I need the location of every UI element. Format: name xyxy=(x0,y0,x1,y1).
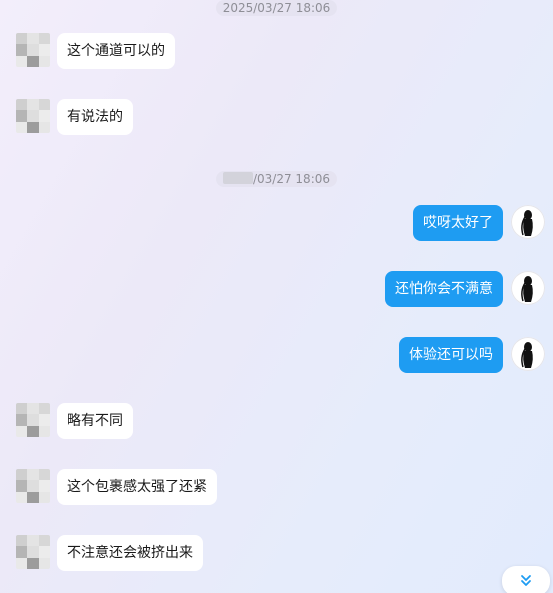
silhouette-icon xyxy=(521,342,533,368)
timestamp: /03/27 18:06 xyxy=(0,171,553,187)
user-avatar[interactable] xyxy=(511,205,545,239)
redacted-year xyxy=(222,172,253,184)
silhouette-icon xyxy=(521,276,533,302)
message-bubble-incoming[interactable]: 这个包裹感太强了还紧 xyxy=(57,469,217,505)
scroll-to-bottom-button[interactable] xyxy=(502,566,550,593)
contact-avatar[interactable] xyxy=(16,535,50,569)
user-avatar[interactable] xyxy=(511,337,545,371)
silhouette-icon xyxy=(521,210,533,236)
contact-avatar[interactable] xyxy=(16,469,50,503)
message-bubble-incoming[interactable]: 这个通道可以的 xyxy=(57,33,175,69)
contact-avatar[interactable] xyxy=(16,403,50,437)
contact-avatar[interactable] xyxy=(16,33,50,67)
message-bubble-outgoing[interactable]: 哎呀太好了 xyxy=(413,205,503,241)
chat-area: 2025/03/27 18:06 这个通道可以的 有说法的 /03/27 18:… xyxy=(0,0,553,593)
message-bubble-incoming[interactable]: 不注意还会被挤出来 xyxy=(57,535,203,571)
message-bubble-incoming[interactable]: 略有不同 xyxy=(57,403,133,439)
contact-avatar[interactable] xyxy=(16,99,50,133)
user-avatar[interactable] xyxy=(511,271,545,305)
double-chevron-down-icon xyxy=(521,575,531,586)
message-bubble-outgoing[interactable]: 体验还可以吗 xyxy=(399,337,503,373)
timestamp: 2025/03/27 18:06 xyxy=(0,0,553,16)
message-bubble-outgoing[interactable]: 还怕你会不满意 xyxy=(385,271,503,307)
message-bubble-incoming[interactable]: 有说法的 xyxy=(57,99,133,135)
